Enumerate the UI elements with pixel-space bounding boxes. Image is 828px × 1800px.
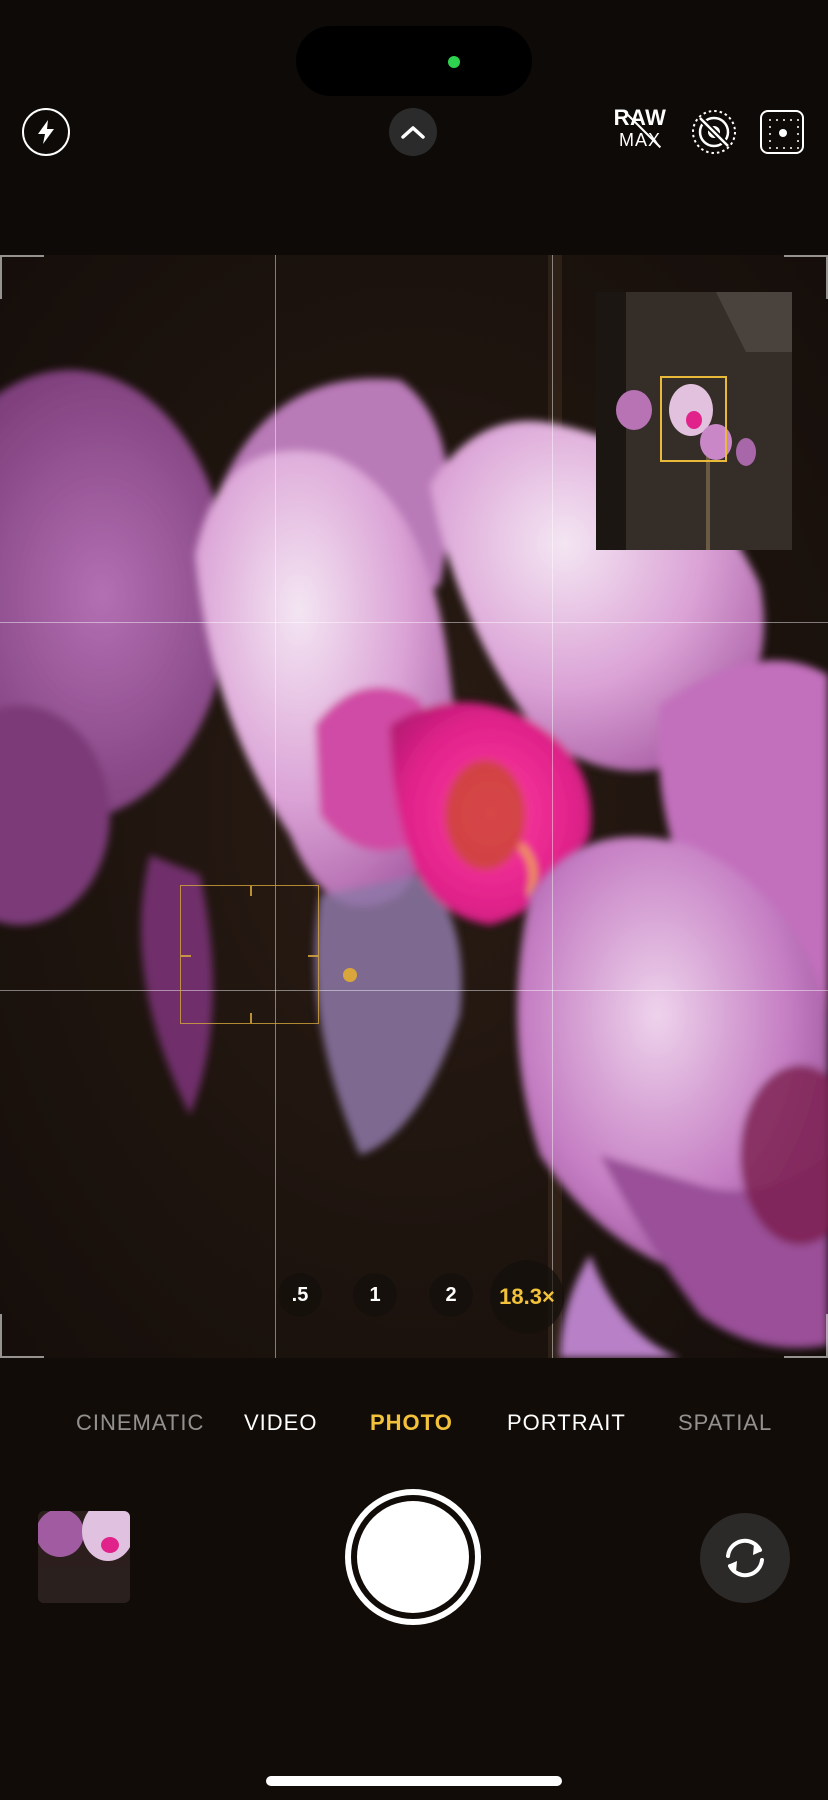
- mode-photo[interactable]: PHOTO: [370, 1410, 453, 1436]
- expand-controls-button[interactable]: [389, 108, 437, 156]
- focus-square: [180, 885, 319, 1024]
- mode-video[interactable]: VIDEO: [244, 1410, 317, 1436]
- last-photo-thumbnail[interactable]: [38, 1511, 130, 1603]
- grid-dots-icon[interactable]: [760, 110, 804, 154]
- mode-portrait[interactable]: PORTRAIT: [507, 1410, 626, 1436]
- thumbnail-image: [38, 1511, 130, 1603]
- top-bar: RAW MAX: [0, 0, 828, 255]
- mode-cinematic[interactable]: CINEMATIC: [76, 1410, 204, 1436]
- chevron-up-icon: [401, 126, 425, 139]
- mode-selector[interactable]: CINEMATIC VIDEO PHOTO PORTRAIT SPATIAL: [0, 1410, 828, 1450]
- flash-button[interactable]: [22, 108, 70, 156]
- dynamic-island: [296, 26, 532, 96]
- focus-tick-bottom: [250, 1013, 252, 1023]
- zoom-active-level[interactable]: 18.3×: [490, 1260, 564, 1334]
- zoom-option-1[interactable]: 1: [353, 1273, 397, 1317]
- camera-screen: .5 1 2 18.3× RAW MAX CINEMATIC VIDEO PHO…: [0, 0, 828, 1800]
- focus-tick-right: [308, 955, 318, 957]
- home-indicator[interactable]: [266, 1776, 562, 1786]
- camera-flip-button[interactable]: [700, 1513, 790, 1603]
- frame-corner-top-left: [0, 255, 44, 299]
- exposure-sun-icon[interactable]: [343, 968, 357, 982]
- zoom-minimap[interactable]: [596, 292, 792, 550]
- viewfinder[interactable]: .5 1 2 18.3×: [0, 255, 828, 1358]
- grid-line-vertical-1: [275, 255, 276, 1358]
- zoom-controls: .5 1 2 18.3×: [0, 1255, 828, 1335]
- shutter-inner: [357, 1501, 469, 1613]
- live-photo-toggle[interactable]: [690, 108, 738, 156]
- zoom-option-2[interactable]: 2: [429, 1273, 473, 1317]
- minimap-view-frame: [660, 376, 727, 462]
- raw-max-toggle[interactable]: RAW MAX: [612, 106, 668, 158]
- lightning-bolt-icon: [38, 120, 54, 144]
- mode-spatial[interactable]: SPATIAL: [678, 1410, 772, 1436]
- live-photo-off-icon: [692, 110, 736, 154]
- bottom-controls: CINEMATIC VIDEO PHOTO PORTRAIT SPATIAL: [0, 1358, 828, 1800]
- camera-in-use-indicator: [448, 56, 460, 68]
- grid-line-horizontal-2: [0, 990, 828, 991]
- grid-line-horizontal-1: [0, 622, 828, 623]
- camera-flip-icon: [726, 1538, 764, 1578]
- zoom-option-0-5[interactable]: .5: [278, 1273, 322, 1317]
- focus-tick-left: [181, 955, 191, 957]
- shutter-button[interactable]: [345, 1489, 481, 1625]
- grid-line-vertical-2: [552, 255, 553, 1358]
- focus-tick-top: [250, 886, 252, 896]
